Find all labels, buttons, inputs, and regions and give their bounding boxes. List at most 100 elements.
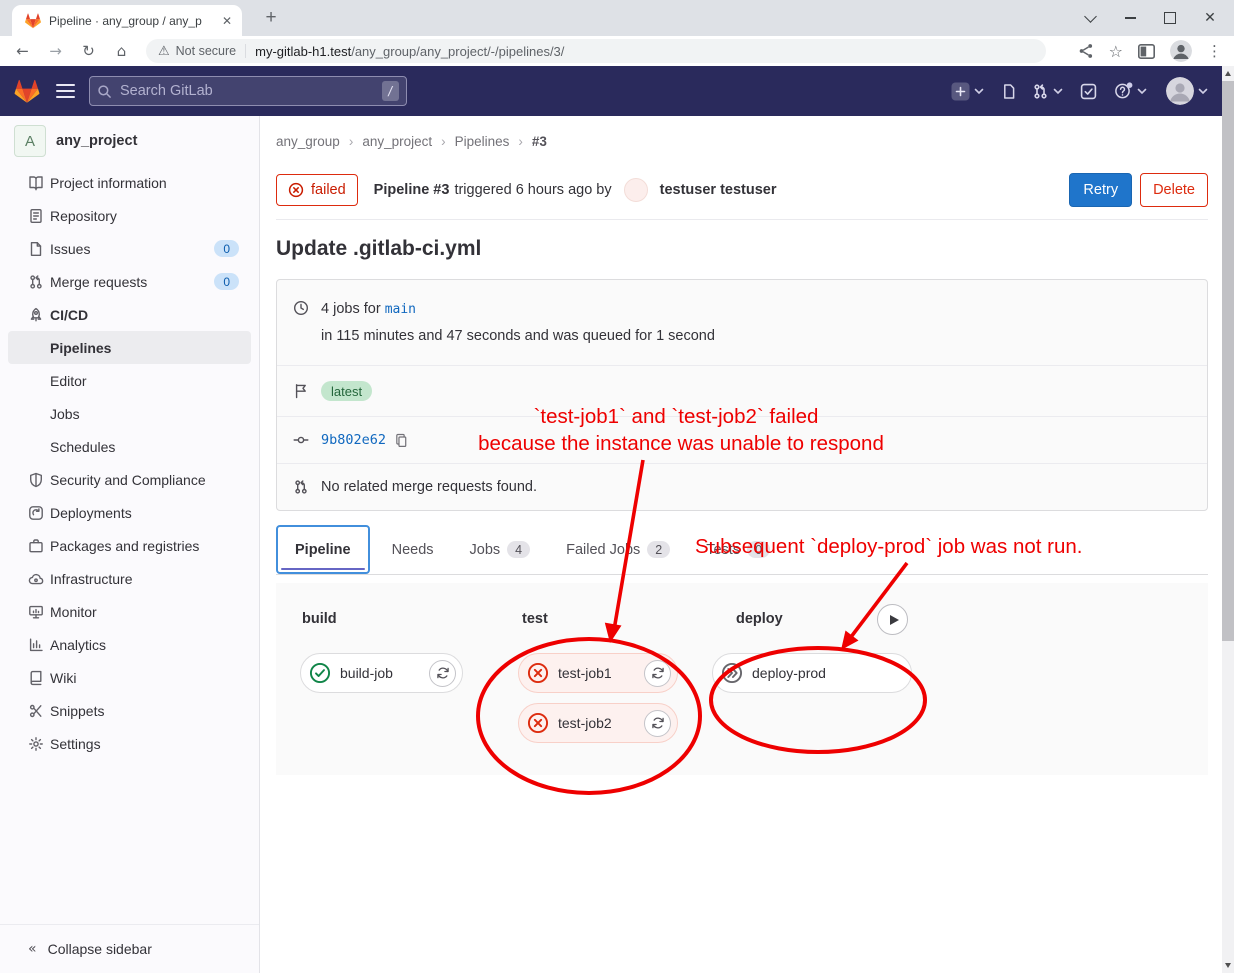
help-menu-button[interactable] [1114,82,1147,100]
retry-button[interactable]: Retry [1069,173,1132,207]
window-maximize-button[interactable] [1150,0,1190,36]
trigger-user-name[interactable]: testuser testuser [660,182,777,198]
job-name: test-job1 [558,665,635,681]
sidebar-item-analytics[interactable]: Analytics [0,628,259,661]
browser-profile-avatar[interactable] [1170,40,1192,62]
retry-job-button[interactable] [429,660,456,687]
pipeline-status-badge[interactable]: failed [276,174,358,206]
reload-icon[interactable]: ↻ [72,42,105,60]
retry-job-button[interactable] [644,710,671,737]
gitlab-logo-icon[interactable] [14,79,40,104]
delete-button[interactable]: Delete [1140,173,1208,207]
home-icon[interactable]: ⌂ [105,42,138,60]
collapse-sidebar-button[interactable]: « Collapse sidebar [0,924,259,973]
tab-needs[interactable]: Needs [378,525,448,574]
cloud-gear-icon [28,571,44,587]
merge-requests-nav-button[interactable] [1032,83,1063,100]
tab-search-chevron-icon[interactable] [1070,0,1110,36]
screen: Pipeline · any_group / any_p ✕ + ✕ ← → ↻… [0,0,1234,973]
job-pill-deploy-prod[interactable]: deploy-prod [712,653,912,693]
todos-nav-button[interactable] [1080,83,1097,100]
sidebar-item-infrastructure[interactable]: Infrastructure [0,562,259,595]
gitlab-favicon-icon [25,13,41,29]
bookmark-star-icon[interactable]: ☆ [1109,42,1123,61]
sidebar-item-security-and-compliance[interactable]: Security and Compliance [0,463,259,496]
failed-circle-x-icon [288,182,304,198]
sidebar-item-project-information[interactable]: Project information [0,166,259,199]
scrollbar-thumb[interactable] [1222,81,1234,641]
branch-link[interactable]: main [385,302,416,317]
breadcrumb-pipelines[interactable]: Pipelines [455,134,510,149]
retry-icon [651,716,665,730]
window-close-button[interactable]: ✕ [1190,0,1230,36]
sidebar-item-repository[interactable]: Repository [0,199,259,232]
breadcrumb-project[interactable]: any_project [362,134,432,149]
sidebar-item-schedules[interactable]: Schedules [0,430,259,463]
share-icon[interactable] [1078,43,1094,59]
tab-tests[interactable]: Tests 0 [692,525,784,574]
forward-icon[interactable]: → [39,42,72,60]
retry-job-button[interactable] [644,660,671,687]
sidebar-item-snippets[interactable]: Snippets [0,694,259,727]
issues-nav-button[interactable] [1001,83,1017,100]
back-icon[interactable]: ← [6,42,39,60]
stage-label-build: build [302,611,337,627]
user-menu-button[interactable] [1166,77,1208,105]
scissors-icon [28,703,44,719]
navbar-actions [951,77,1208,105]
tab-pipeline[interactable]: Pipeline [276,525,370,574]
commit-sha-link[interactable]: 9b802e62 [321,432,386,448]
main-content: any_group › any_project › Pipelines › #3… [261,116,1222,973]
status-label: failed [311,182,346,198]
sidebar-project-header[interactable]: A any_project [0,116,259,166]
breadcrumb-group[interactable]: any_group [276,134,340,149]
search-input[interactable] [118,82,376,100]
tab-close-icon[interactable]: ✕ [222,14,232,28]
vertical-scrollbar[interactable] [1222,66,1234,973]
duration-text: in 115 minutes and 47 seconds and was qu… [321,323,715,349]
not-secure-warning-icon: ⚠ [158,44,170,59]
sidebar-item-deployments[interactable]: Deployments [0,496,259,529]
sidebar-item-cicd[interactable]: CI/CD [0,298,259,331]
repository-icon [28,208,44,224]
new-tab-button[interactable]: + [258,5,284,31]
address-bar-actions: ☆ ⋮ [1078,40,1234,62]
stage-play-button[interactable] [877,604,908,635]
sidebar-item-settings[interactable]: Settings [0,727,259,760]
url-box[interactable]: ⚠ Not secure my-gitlab-h1.test /any_grou… [146,39,1046,63]
sidebar-item-merge-requests[interactable]: Merge requests 0 [0,265,259,298]
tab-failed-jobs[interactable]: Failed Jobs 2 [552,525,684,574]
scroll-down-arrow-icon[interactable] [1225,963,1231,968]
sidebar-item-editor[interactable]: Editor [0,364,259,397]
job-pill-test-job2[interactable]: test-job2 [518,703,678,743]
retry-icon [651,666,665,680]
global-search[interactable]: / [89,76,407,106]
side-panel-icon[interactable] [1138,44,1155,59]
job-pill-build-job[interactable]: build-job [300,653,463,693]
trigger-user-avatar[interactable] [624,178,648,202]
sidebar-item-monitor[interactable]: Monitor [0,595,259,628]
package-icon [28,538,44,554]
hamburger-menu-icon[interactable] [56,84,75,98]
copy-icon[interactable] [394,433,409,448]
window-minimize-button[interactable] [1110,0,1150,36]
browser-tab-strip: Pipeline · any_group / any_p ✕ + ✕ [0,0,1234,36]
merge-request-icon [28,274,44,290]
sidebar-item-packages-and-registries[interactable]: Packages and registries [0,529,259,562]
job-pill-test-job1[interactable]: test-job1 [518,653,678,693]
url-divider [245,44,246,58]
browser-tab[interactable]: Pipeline · any_group / any_p ✕ [12,5,242,36]
pipeline-status-row: failed Pipeline #3 triggered 6 hours ago… [276,173,1208,207]
search-shortcut-key: / [382,81,399,101]
sidebar-item-jobs[interactable]: Jobs [0,397,259,430]
user-avatar [1166,77,1194,105]
sidebar-item-wiki[interactable]: Wiki [0,661,259,694]
sidebar-item-issues[interactable]: Issues 0 [0,232,259,265]
browser-menu-icon[interactable]: ⋮ [1207,42,1222,60]
sidebar-item-pipelines[interactable]: Pipelines [8,331,251,364]
new-menu-button[interactable] [951,82,984,101]
clock-icon [293,300,309,316]
scroll-up-arrow-icon[interactable] [1225,71,1231,76]
tab-jobs[interactable]: Jobs 4 [456,525,545,574]
deployments-icon [28,505,44,521]
